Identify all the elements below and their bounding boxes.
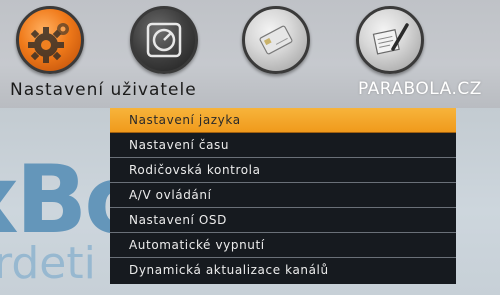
settings-menu-list: Nastavení jazyka Nastavení času Rodičovs… — [110, 108, 456, 284]
menu-item-osd[interactable]: Nastavení OSD — [110, 208, 456, 233]
notes-pen-icon[interactable] — [356, 6, 424, 74]
settings-gear-icon[interactable] — [16, 6, 84, 74]
background-logo-subtext: rdeti — [0, 238, 96, 289]
menu-item-dynamic-channel-update[interactable]: Dynamická aktualizace kanálů — [110, 258, 456, 284]
section-title: Nastavení uživatele — [10, 80, 197, 100]
menu-item-language[interactable]: Nastavení jazyka — [110, 108, 456, 133]
menu-item-auto-off[interactable]: Automatické vypnutí — [110, 233, 456, 258]
menu-item-av-control[interactable]: A/V ovládání — [110, 183, 456, 208]
clock-icon[interactable] — [130, 6, 198, 74]
watermark: PARABOLA.CZ — [358, 79, 482, 99]
card-icon[interactable] — [242, 6, 310, 74]
menu-item-parental-control[interactable]: Rodičovská kontrola — [110, 158, 456, 183]
menu-item-time[interactable]: Nastavení času — [110, 133, 456, 158]
